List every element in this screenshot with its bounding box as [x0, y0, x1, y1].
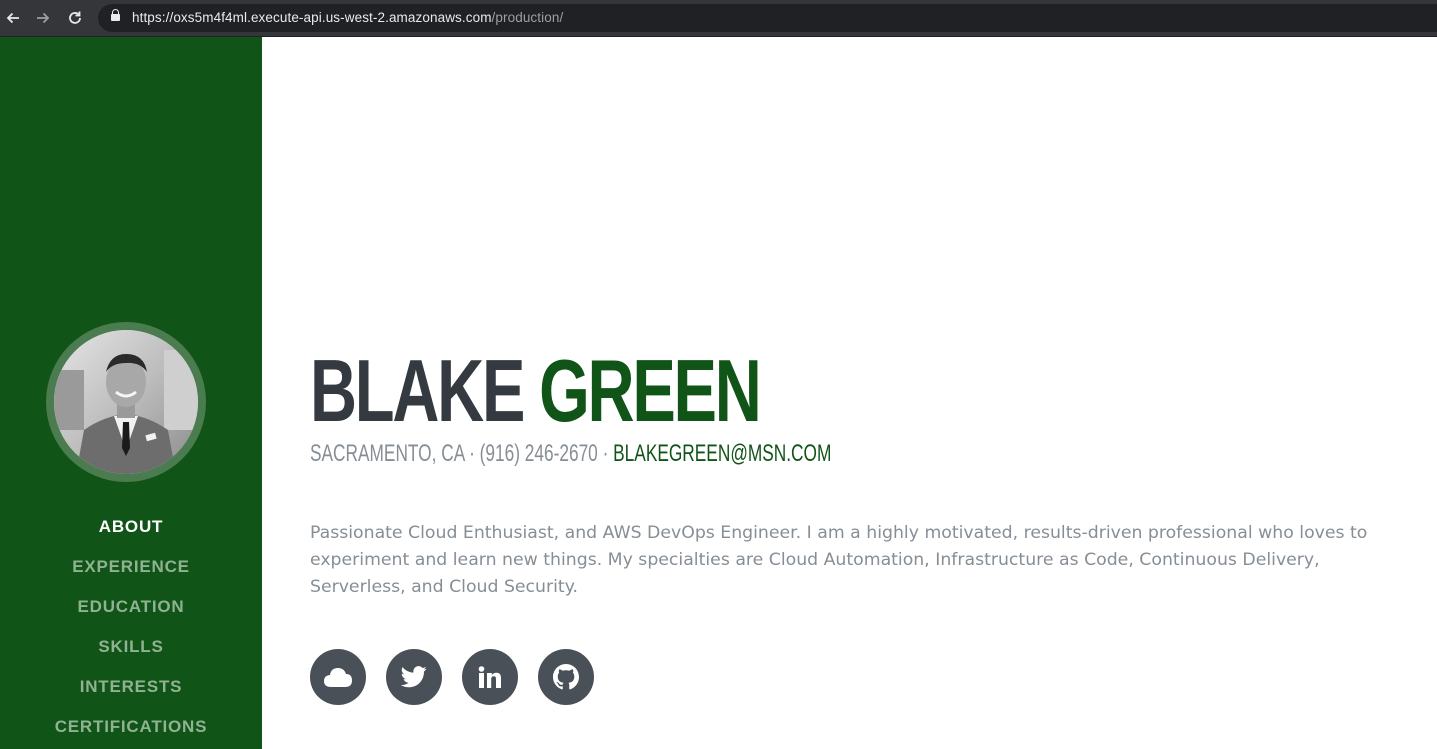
url-text[interactable]: https://oxs5m4f4ml.execute-api.us-west-2… — [132, 10, 563, 25]
sidebar-item-education[interactable]: EDUCATION — [0, 587, 262, 627]
sidebar-nav: ABOUT EXPERIENCE EDUCATION SKILLS INTERE… — [0, 507, 262, 747]
sidebar-item-about[interactable]: ABOUT — [0, 507, 262, 547]
url-host: https://oxs5m4f4ml.execute-api.us-west-2… — [132, 10, 492, 25]
twitter-link[interactable] — [386, 649, 442, 705]
contact-line: SACRAMENTO, CA · (916) 246-2670 · BLAKEG… — [310, 441, 831, 467]
reload-icon[interactable] — [62, 6, 88, 30]
sidebar: ABOUT EXPERIENCE EDUCATION SKILLS INTERE… — [0, 37, 262, 749]
sidebar-item-skills[interactable]: SKILLS — [0, 627, 262, 667]
profile-photo — [54, 330, 198, 474]
cloud-link[interactable] — [310, 649, 366, 705]
last-name: GREEN — [539, 341, 762, 440]
address-bar[interactable]: https://oxs5m4f4ml.execute-api.us-west-2… — [98, 4, 1437, 32]
lock-icon — [111, 9, 120, 22]
location-phone: SACRAMENTO, CA · (916) 246-2670 · — [310, 440, 614, 467]
twitter-icon — [401, 666, 427, 688]
email-link[interactable]: BLAKEGREEN@MSN.COM — [613, 440, 831, 467]
github-icon — [553, 664, 579, 690]
arrow-right-icon[interactable] — [30, 6, 56, 30]
linkedin-icon — [478, 666, 502, 688]
sidebar-item-interests[interactable]: INTERESTS — [0, 667, 262, 707]
sidebar-item-certifications[interactable]: CERTIFICATIONS — [0, 707, 262, 747]
page-title: BLAKE GREEN — [310, 345, 762, 437]
browser-toolbar: https://oxs5m4f4ml.execute-api.us-west-2… — [0, 0, 1437, 37]
sidebar-item-experience[interactable]: EXPERIENCE — [0, 547, 262, 587]
arrow-left-icon[interactable] — [0, 6, 26, 30]
about-section: BLAKE GREEN SACRAMENTO, CA · (916) 246-2… — [262, 37, 1437, 749]
first-name: BLAKE — [310, 341, 525, 440]
cloud-icon — [323, 666, 353, 688]
linkedin-link[interactable] — [462, 649, 518, 705]
avatar[interactable] — [46, 322, 206, 482]
github-link[interactable] — [538, 649, 594, 705]
bio-text: Passionate Cloud Enthusiast, and AWS Dev… — [310, 523, 1368, 597]
social-icons — [310, 649, 594, 705]
url-path: /production/ — [491, 10, 564, 25]
